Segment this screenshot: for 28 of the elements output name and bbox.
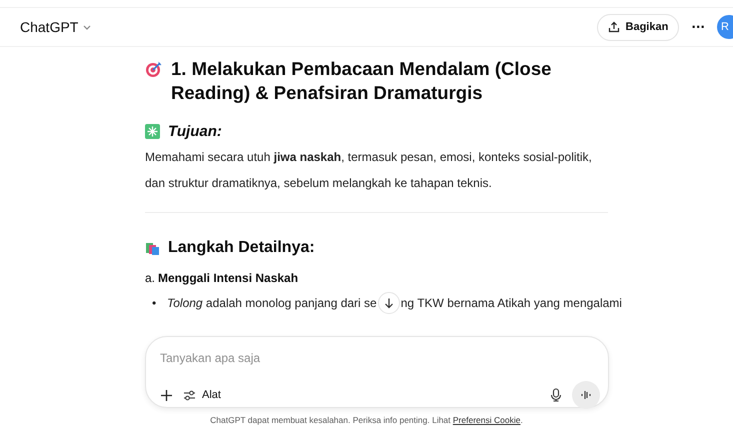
sliders-icon (183, 388, 196, 402)
step-marker: a. (145, 271, 156, 285)
sparkle-icon (145, 124, 160, 139)
bullet-text: ng TKW bernama Atikah yang mengalami (400, 295, 622, 311)
microphone-button[interactable] (550, 388, 562, 402)
add-button[interactable] (160, 388, 173, 402)
voice-mode-button[interactable] (572, 381, 600, 409)
books-icon (145, 240, 160, 256)
waveform-icon (580, 390, 592, 400)
arrow-down-icon (382, 297, 395, 309)
bullet-marker: • (151, 295, 158, 312)
model-title[interactable]: ChatGPT (20, 19, 78, 35)
step-title: Menggali Intensi Naskah (158, 271, 298, 285)
scroll-down-button[interactable] (378, 292, 400, 314)
plus-icon (160, 388, 173, 402)
target-icon (145, 60, 163, 78)
goal-heading: Tujuan: (168, 123, 222, 140)
share-button[interactable]: Bagikan (596, 14, 680, 40)
tools-button[interactable]: Alat (183, 388, 221, 402)
microphone-icon (550, 388, 562, 402)
steps-heading: Langkah Detailnya: (168, 239, 315, 257)
cookie-link[interactable]: Preferensi Cookie (452, 415, 520, 425)
section-heading: 1. Melakukan Pembacaan Mendalam (Close Reading) & Penafsiran Dramaturgis (171, 57, 552, 105)
more-button[interactable]: ··· (687, 20, 709, 34)
disclaimer-text: ChatGPT dapat membuat kesalahan. Periksa info penting. Lihat Preferensi Cookie. (209, 415, 524, 425)
goal-paragraph: Memahami secara utuh jiwa naskah, termasuk pesan, emosi, konteks sosial-politik, dan struktur dramatiknya, sebelum melangkah ke tahapan teknis. (145, 149, 593, 192)
bullet-text: Tolong adalah monolog panjang dari se (167, 295, 377, 311)
share-icon (608, 21, 620, 33)
